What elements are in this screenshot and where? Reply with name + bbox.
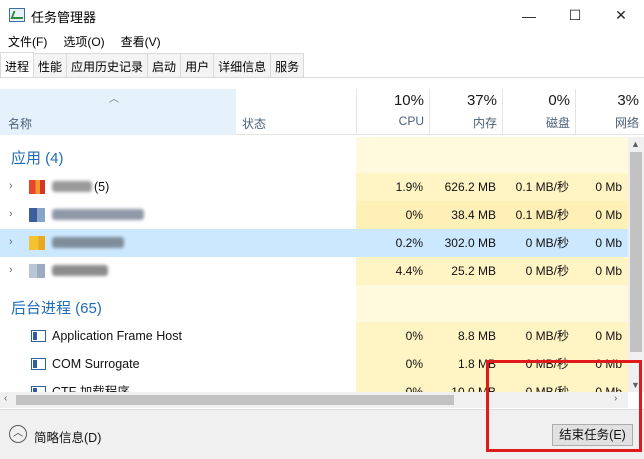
tab-performance[interactable]: 性能 (33, 53, 68, 77)
menu-bar: 文件(F) 选项(O) 查看(V) (0, 31, 169, 51)
app-icon (29, 236, 45, 250)
disk-column-label: 磁盘 (545, 116, 570, 130)
vertical-scroll-thumb[interactable] (630, 152, 642, 352)
table-row-selected[interactable]: › 0.2% 302.0 MB 0 MB/秒 0 Mb (0, 229, 628, 257)
table-row[interactable]: Application Frame Host 0% 8.8 MB 0 MB/秒 … (0, 322, 628, 350)
tab-app-history[interactable]: 应用历史记录 (66, 53, 149, 77)
name-column-label: 名称 (8, 117, 33, 131)
expand-chevron-icon[interactable]: › (9, 180, 13, 192)
group-header-background: 后台进程 (65) (0, 291, 628, 319)
redacted-name (52, 265, 108, 276)
tab-services[interactable]: 服务 (270, 53, 305, 77)
network-column-header[interactable]: 3% 网络 (575, 89, 644, 135)
process-name-suffix: (5) (94, 180, 110, 194)
menu-file[interactable]: 文件(F) (0, 31, 55, 51)
cpu-cell: 0% (356, 378, 429, 392)
process-name: CTF 加载程序 (52, 385, 130, 392)
process-list: 应用 (4) › (5) 1.9% 626.2 MB 0.1 MB/秒 0 Mb… (0, 137, 628, 392)
cpu-total-percent: 10% (393, 92, 424, 109)
tab-startup[interactable]: 启动 (147, 53, 182, 77)
table-row[interactable]: › 0% 38.4 MB 0.1 MB/秒 0 Mb (0, 201, 628, 229)
memory-cell: 626.2 MB (429, 173, 502, 201)
column-header: ︿ 名称 状态 10% CPU 37% 内存 0% 磁盘 3% 网络 (0, 89, 644, 135)
network-column-label: 网络 (614, 116, 639, 130)
scroll-left-icon[interactable]: ‹ (4, 393, 7, 404)
menu-view[interactable]: 查看(V) (113, 31, 169, 51)
disk-cell: 0 MB/秒 (502, 322, 575, 350)
network-cell: 0 Mb (575, 257, 628, 285)
highlight-annotation-box (486, 360, 642, 452)
window-app-icon (31, 330, 46, 342)
memory-cell: 8.8 MB (429, 322, 502, 350)
task-manager-app-icon (9, 8, 25, 22)
vertical-scrollbar[interactable]: ▲ ▼ (628, 137, 644, 392)
disk-column-header[interactable]: 0% 磁盘 (502, 89, 575, 135)
network-total-percent: 3% (617, 92, 639, 109)
cpu-cell: 1.9% (356, 173, 429, 201)
maximize-icon: ☐ (568, 7, 582, 23)
cpu-cell: 0% (356, 322, 429, 350)
cpu-cell: 0% (356, 201, 429, 229)
network-cell: 0 Mb (595, 236, 622, 250)
memory-column-header[interactable]: 37% 内存 (429, 89, 502, 135)
network-cell: 0 Mb (575, 201, 628, 229)
maximize-button[interactable]: ☐ (552, 0, 598, 31)
memory-total-percent: 37% (466, 92, 497, 109)
minimize-icon: — (522, 7, 536, 24)
tab-details[interactable]: 详细信息 (213, 53, 272, 77)
cpu-cell: 0% (356, 350, 429, 378)
expand-chevron-icon[interactable]: › (9, 236, 13, 248)
redacted-name (52, 181, 92, 192)
app-icon (29, 180, 45, 194)
app-icon (29, 208, 45, 222)
chevron-up-circle-icon[interactable]: ︿ (9, 425, 27, 443)
app-icon (29, 264, 45, 278)
horizontal-scroll-thumb[interactable] (16, 395, 454, 405)
redacted-name (52, 209, 144, 220)
cpu-column-header[interactable]: 10% CPU (356, 89, 429, 135)
expand-chevron-icon[interactable]: › (9, 208, 13, 220)
process-name: Application Frame Host (52, 329, 182, 343)
disk-cell: 0 MB/秒 (502, 257, 575, 285)
memory-column-label: 内存 (472, 116, 497, 130)
cpu-cell: 4.4% (356, 257, 429, 285)
network-cell: 0 Mb (575, 173, 628, 201)
title-bar: 任务管理器 — ☐ ✕ (0, 0, 644, 31)
minimize-button[interactable]: — (506, 0, 552, 31)
process-name: COM Surrogate (52, 357, 140, 371)
close-icon: ✕ (615, 7, 627, 23)
fewer-details-link[interactable]: 简略信息(D) (34, 427, 101, 446)
memory-cell: 302.0 MB (444, 236, 496, 250)
network-cell: 0 Mb (575, 322, 628, 350)
expand-chevron-icon[interactable]: › (9, 264, 13, 276)
disk-cell: 0.1 MB/秒 (502, 173, 575, 201)
status-column-header[interactable]: 状态 (242, 115, 266, 132)
table-row[interactable]: › 4.4% 25.2 MB 0 MB/秒 0 Mb (0, 257, 628, 285)
cpu-cell: 0.2% (395, 236, 423, 250)
name-column-header[interactable]: ︿ 名称 (0, 89, 236, 135)
close-button[interactable]: ✕ (598, 0, 644, 31)
disk-cell: 0 MB/秒 (525, 236, 569, 250)
redacted-name (52, 237, 124, 248)
apps-group-title: 应用 (4) (11, 150, 64, 167)
menu-options[interactable]: 选项(O) (55, 31, 112, 51)
tab-processes[interactable]: 进程 (0, 52, 35, 77)
background-group-title: 后台进程 (65) (11, 300, 102, 317)
tab-strip: 进程 性能 应用历史记录 启动 用户 详细信息 服务 (0, 52, 644, 78)
memory-cell: 38.4 MB (429, 201, 502, 229)
disk-cell: 0.1 MB/秒 (502, 201, 575, 229)
window-title: 任务管理器 (31, 10, 97, 25)
disk-total-percent: 0% (548, 92, 570, 109)
window-app-icon (31, 358, 46, 370)
scroll-up-icon[interactable]: ▲ (631, 139, 640, 149)
group-header-apps: 应用 (4) (0, 141, 628, 169)
sort-ascending-icon: ︿ (109, 94, 119, 105)
memory-cell: 25.2 MB (429, 257, 502, 285)
tab-users[interactable]: 用户 (180, 53, 215, 77)
table-row[interactable]: › (5) 1.9% 626.2 MB 0.1 MB/秒 0 Mb (0, 173, 628, 201)
cpu-column-label: CPU (398, 114, 424, 128)
